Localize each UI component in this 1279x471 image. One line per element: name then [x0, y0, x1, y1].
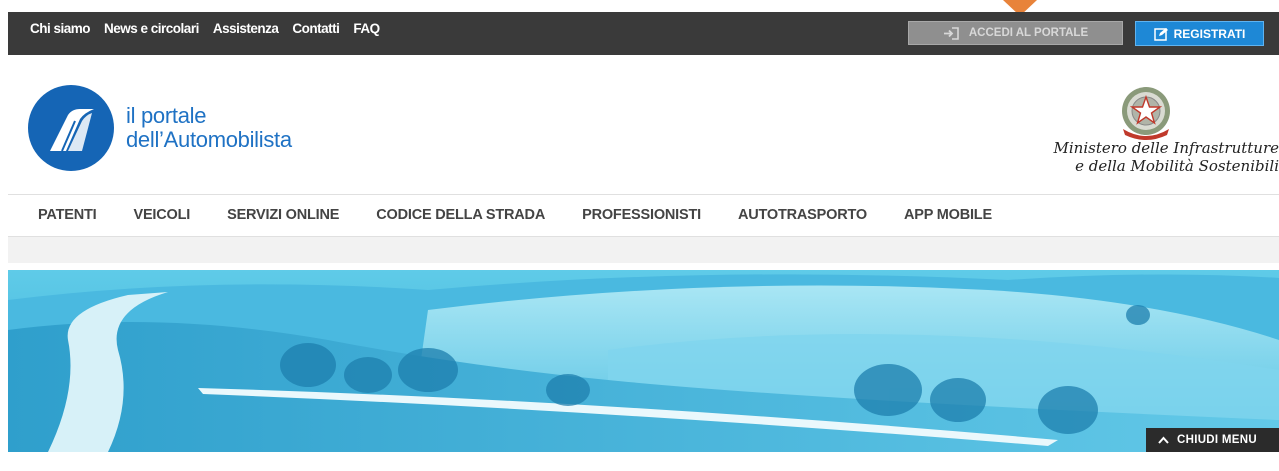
- portal-logo-text[interactable]: il portale dell’Automobilista: [126, 104, 292, 152]
- hero-banner: [8, 270, 1279, 452]
- nav-servizi-online[interactable]: SERVIZI ONLINE: [227, 207, 339, 223]
- ministry-line-1: Ministero delle Infrastrutture: [1053, 139, 1279, 157]
- nav-app-mobile[interactable]: APP MOBILE: [904, 207, 992, 223]
- republic-emblem-icon: [1122, 87, 1170, 140]
- toplink-contatti[interactable]: Contatti: [292, 21, 340, 36]
- toplink-news[interactable]: News e circolari: [104, 21, 199, 36]
- nav-autotrasporto[interactable]: AUTOTRASPORTO: [738, 207, 867, 223]
- top-links: Chi siamo News e circolari Assistenza Co…: [30, 21, 380, 36]
- edit-icon: [1153, 27, 1168, 41]
- toplink-assistenza[interactable]: Assistenza: [213, 21, 279, 36]
- chiudi-menu-label: CHIUDI MENU: [1177, 434, 1257, 446]
- login-icon: [943, 26, 959, 40]
- main-nav: PATENTI VEICOLI SERVIZI ONLINE CODICE DE…: [8, 194, 1279, 237]
- sub-bar: [8, 237, 1279, 263]
- portal-logo-icon[interactable]: [28, 85, 114, 171]
- ministry-line-2: e della Mobilità Sostenibili: [1075, 157, 1279, 175]
- ministry-logo[interactable]: Ministero delle Infrastrutture e della M…: [1005, 83, 1279, 188]
- nav-codice-della-strada[interactable]: CODICE DELLA STRADA: [376, 207, 545, 223]
- registrati-label: REGISTRATI: [1173, 26, 1246, 41]
- logo-line-2: dell’Automobilista: [126, 127, 292, 152]
- logo-line-1: il portale: [126, 103, 207, 128]
- toplink-faq[interactable]: FAQ: [353, 21, 380, 36]
- top-bar: Chi siamo News e circolari Assistenza Co…: [8, 12, 1279, 55]
- nav-patenti[interactable]: PATENTI: [38, 207, 97, 223]
- landscape-image: [8, 270, 1279, 452]
- registrati-button[interactable]: REGISTRATI: [1135, 21, 1264, 46]
- accedi-label: ACCEDI AL PORTALE: [968, 27, 1089, 39]
- nav-veicoli[interactable]: VEICOLI: [133, 207, 190, 223]
- ministry-name: Ministero delle Infrastrutture e della M…: [1054, 139, 1279, 175]
- nav-professionisti[interactable]: PROFESSIONISTI: [582, 207, 701, 223]
- chiudi-menu-button[interactable]: CHIUDI MENU: [1146, 428, 1279, 452]
- toplink-chi-siamo[interactable]: Chi siamo: [30, 21, 91, 36]
- accedi-button[interactable]: ACCEDI AL PORTALE: [908, 21, 1123, 45]
- chevron-up-icon: [1158, 436, 1169, 444]
